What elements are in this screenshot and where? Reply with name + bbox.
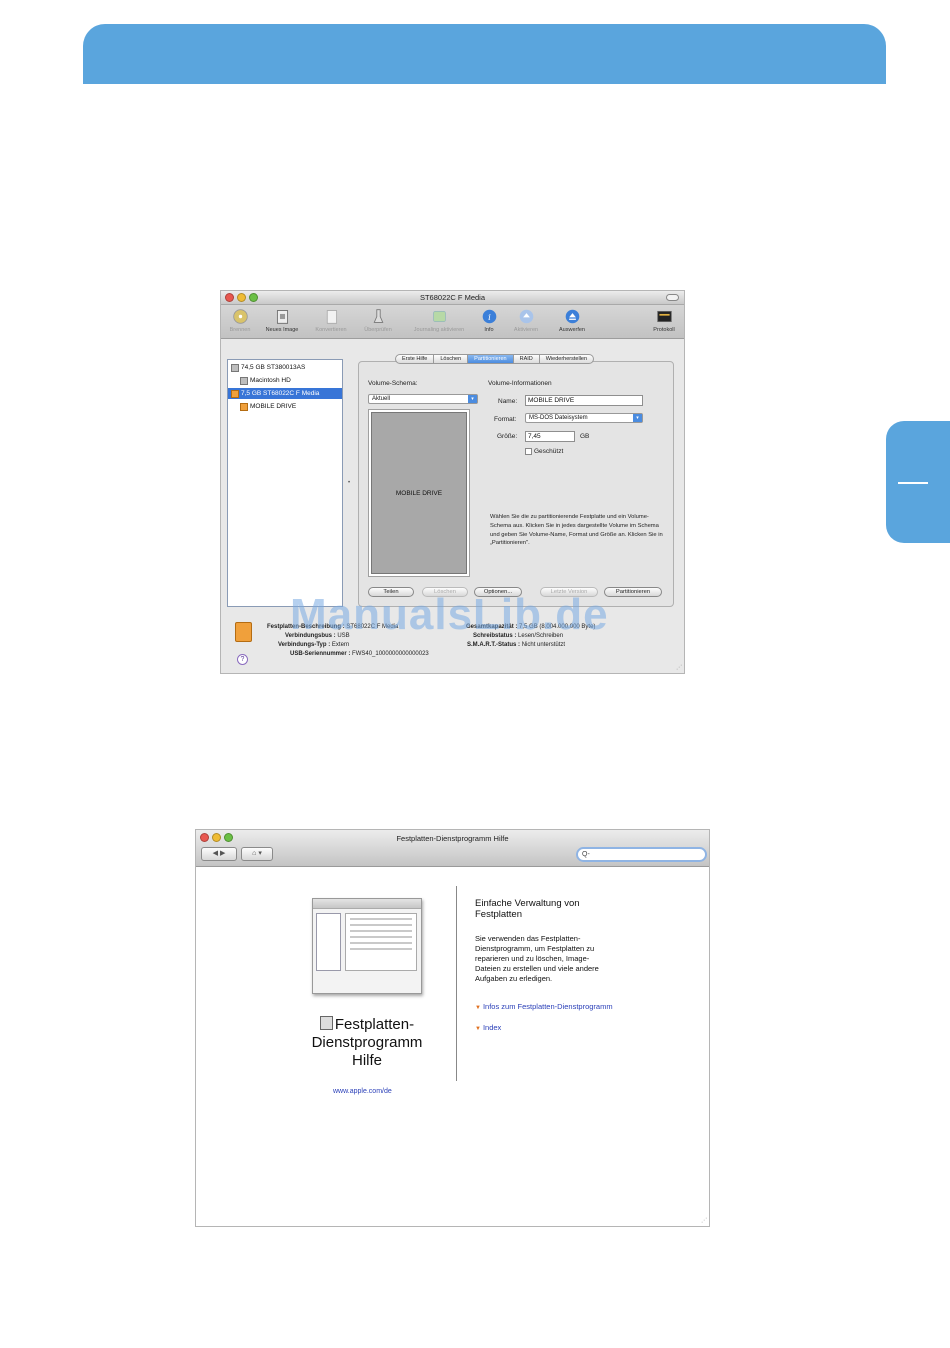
about-link[interactable]: ▼ Infos zum Festplatten-Dienstprogramm	[475, 1002, 613, 1013]
svg-text:i: i	[488, 313, 491, 323]
external-disk-icon	[235, 622, 252, 642]
disk-utility-icon	[319, 1016, 333, 1030]
volume-name-field[interactable]: MOBILE DRIVE	[525, 395, 643, 406]
volume-scheme-label: Volume-Schema:	[368, 380, 418, 387]
volume-scheme-select[interactable]: Aktuell ▾	[368, 394, 478, 404]
column-divider	[456, 886, 457, 1081]
forward-arrow-icon[interactable]: ▶	[220, 850, 225, 857]
help-book-title: Festplatten-Dienstprogramm Hilfe	[311, 1016, 423, 1069]
app-screenshot-thumbnail	[312, 898, 422, 994]
eject-icon	[565, 309, 579, 324]
partition-help-text: Wählen Sie die zu partitionierende Festp…	[490, 514, 663, 547]
window-title: ST68022C F Media	[419, 293, 486, 302]
partition-button[interactable]: Partitionieren	[604, 587, 662, 597]
watermark: ManualsLib.de	[290, 590, 609, 639]
tab-first-aid[interactable]: Erste Hilfe	[395, 354, 435, 364]
header-band	[83, 24, 886, 84]
detail-usb-serial: USB-Seriennummer : FWS40_100000000000002…	[290, 651, 429, 657]
chevron-down-icon: ▾	[468, 395, 477, 403]
disk-list-sidebar: 74,5 GB ST380013AS Macintosh HD 7,5 GB S…	[227, 359, 343, 607]
back-arrow-icon[interactable]: ◀	[213, 850, 218, 857]
detail-connection-type: Verbindungs-Typ : Extern	[278, 642, 350, 648]
journaling-icon	[432, 310, 446, 323]
help-heading: Einfache Verwaltung von Festplatten	[475, 898, 580, 920]
volume-info-label: Volume-Informationen	[488, 380, 552, 387]
chapter-side-tab	[886, 421, 950, 543]
sidebar-item-disk1[interactable]: 7,5 GB ST68022C F Media	[228, 388, 342, 399]
triangle-bullet-icon: ▼	[475, 1005, 481, 1011]
toolbar-verify-button[interactable]: Überprüfen	[357, 308, 399, 333]
back-forward-buttons[interactable]: ◀ ▶	[201, 847, 237, 861]
log-icon	[656, 310, 672, 323]
chevron-down-icon: ▾	[633, 414, 642, 422]
detail-smart-status: S.M.A.R.T.-Status : Nicht unterstützt	[467, 642, 566, 648]
info-icon: i	[482, 309, 496, 324]
search-input[interactable]: Q-	[576, 847, 707, 862]
index-link[interactable]: ▼ Index	[475, 1023, 501, 1034]
volume-icon	[240, 402, 248, 411]
home-icon: ⌂	[252, 850, 257, 857]
volume-scheme-map: MOBILE DRIVE	[368, 409, 470, 577]
toolbar-toggle-button[interactable]	[666, 294, 679, 301]
toolbar-journaling-button[interactable]: Journaling aktivieren	[402, 308, 476, 333]
toolbar-convert-button[interactable]: Konvertieren	[309, 308, 353, 333]
size-label: Größe:	[497, 433, 518, 440]
toolbar-new-image-button[interactable]: Neues Image	[259, 308, 305, 333]
side-tab-dash	[898, 482, 928, 484]
format-label: Format:	[494, 416, 517, 423]
volume-icon	[240, 376, 248, 385]
size-unit: GB	[580, 433, 590, 440]
apple-website-link[interactable]: www.apple.com/de	[333, 1088, 392, 1095]
tab-bar: Erste Hilfe Löschen Partitionieren RAID …	[395, 354, 595, 364]
convert-icon	[326, 310, 337, 324]
name-label: Name:	[498, 398, 518, 405]
tab-raid[interactable]: RAID	[513, 354, 540, 364]
toolbar: Brennen Neues Image Konvertieren Überprü…	[221, 305, 684, 339]
hard-disk-icon	[231, 363, 239, 372]
help-paragraph: Sie verwenden das Festplatten-Dienstprog…	[475, 934, 599, 983]
resize-grip-icon[interactable]: ⋰	[701, 1217, 707, 1224]
tab-restore[interactable]: Wiederherstellen	[539, 354, 595, 364]
help-viewer-titlebar: Festplatten-Dienstprogramm Hilfe ◀ ▶ ⌂ ▾…	[196, 830, 709, 867]
size-field[interactable]: 7,45	[525, 431, 575, 442]
sidebar-item-mobile-drive[interactable]: MOBILE DRIVE	[240, 401, 296, 412]
tab-partition[interactable]: Partitionieren	[468, 354, 514, 364]
triangle-bullet-icon: ▼	[475, 1026, 481, 1032]
sidebar-item-macintosh-hd[interactable]: Macintosh HD	[240, 375, 291, 386]
burn-icon	[232, 309, 248, 324]
format-select[interactable]: MS-DOS Dateisystem ▾	[525, 413, 643, 423]
toolbar-log-button[interactable]: Protokoll	[647, 308, 681, 333]
locked-label: Geschützt	[534, 448, 564, 455]
split-handle[interactable]: •	[348, 480, 350, 486]
disk-utility-titlebar: ST68022C F Media	[221, 291, 684, 305]
help-viewer-window: Festplatten-Dienstprogramm Hilfe ◀ ▶ ⌂ ▾…	[195, 829, 710, 1227]
window-title: Festplatten-Dienstprogramm Hilfe	[396, 834, 509, 843]
new-image-icon	[276, 310, 288, 324]
locked-checkbox[interactable]	[525, 448, 532, 455]
home-button[interactable]: ⌂ ▾	[241, 847, 273, 861]
sidebar-item-disk0[interactable]: 74,5 GB ST380013AS	[231, 362, 305, 373]
toolbar-burn-button[interactable]: Brennen	[225, 308, 255, 333]
toolbar-mount-button[interactable]: Aktivieren	[508, 308, 544, 333]
toolbar-info-button[interactable]: i Info	[478, 308, 500, 333]
chevron-down-icon: ▾	[258, 850, 262, 857]
resize-grip-icon[interactable]: ⋰	[676, 664, 682, 671]
external-disk-icon	[231, 389, 239, 398]
tab-erase[interactable]: Löschen	[434, 354, 469, 364]
scheme-volume[interactable]: MOBILE DRIVE	[371, 412, 467, 574]
help-icon[interactable]: ?	[237, 654, 248, 665]
mount-icon	[519, 309, 533, 324]
verify-icon	[373, 309, 383, 323]
toolbar-eject-button[interactable]: Auswerfen	[552, 308, 592, 333]
